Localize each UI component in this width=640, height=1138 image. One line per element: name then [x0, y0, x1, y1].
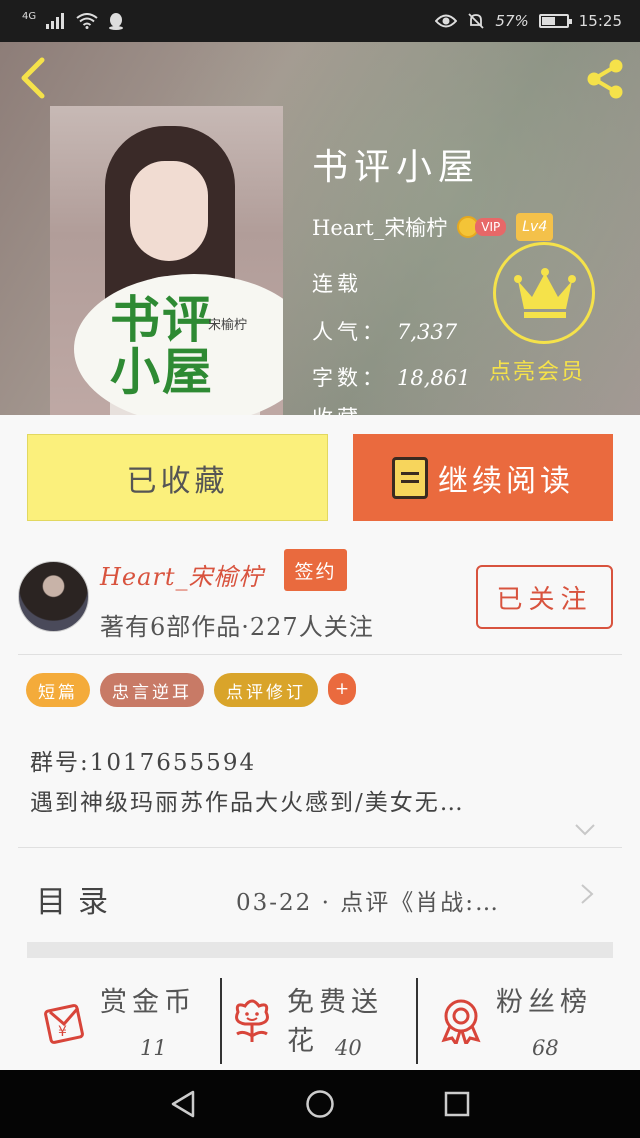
mute-bell-icon	[468, 13, 485, 29]
signal-icon	[46, 13, 65, 29]
book-cover: 书评小屋 宋榆柠	[50, 106, 283, 415]
word-count-value: 18,861	[397, 366, 471, 390]
status-left: 4G	[22, 10, 124, 30]
status-bar: 4G 57% 15:25	[0, 0, 640, 42]
signed-badge: 签约	[284, 549, 347, 591]
word-count: 字数： 18,861	[312, 362, 470, 392]
nav-recents-button[interactable]	[437, 1084, 477, 1124]
author-stats: 著有6部作品·227人关注	[100, 613, 374, 641]
cover-author: 宋榆柠	[208, 318, 248, 333]
follow-button[interactable]: 已关注	[476, 565, 613, 629]
action-label: 粉丝榜	[496, 987, 592, 1018]
description: 群号:1017655594 遇到神级玛丽苏作品大火感到/美女无…	[30, 743, 465, 823]
tag-short[interactable]: 短篇	[26, 673, 90, 707]
toc-latest-chapter: 03-22 · 点评《肖战:…	[236, 890, 500, 916]
battery-fill	[541, 17, 556, 25]
serial-status: 连载	[312, 268, 362, 298]
back-triangle-icon	[172, 1090, 195, 1118]
divider	[18, 847, 622, 848]
share-icon[interactable]	[582, 56, 628, 102]
clock: 15:25	[578, 12, 622, 30]
tag-label: 忠言逆耳	[112, 682, 192, 703]
tag-label: 短篇	[38, 682, 78, 703]
nav-home-button[interactable]	[300, 1084, 340, 1124]
fan-ranking-button[interactable]: 粉丝榜 68	[414, 970, 614, 1070]
battery-percent: 57%	[495, 12, 529, 30]
recents-square-icon	[444, 1091, 469, 1117]
serial-status-text: 连载	[312, 272, 362, 296]
cover-title: 书评小屋	[110, 291, 214, 401]
description-line-2: 遇到神级玛丽苏作品大火感到/美女无…	[30, 790, 465, 816]
vip-crown-button[interactable]	[493, 242, 595, 344]
description-line-1: 群号:1017655594	[30, 750, 257, 776]
action-count: 11	[140, 1036, 167, 1060]
book-header: 书评小屋 宋榆柠 书评小屋 Heart_宋榆柠 VIP Lv4 连载 人气： 7,…	[0, 42, 640, 415]
action-label: 赏金币	[100, 987, 196, 1018]
flower-icon	[235, 999, 269, 1042]
medal-icon	[441, 999, 481, 1044]
action-count: 68	[532, 1036, 559, 1060]
word-count-label: 字数：	[312, 366, 387, 390]
avatar[interactable]	[18, 561, 89, 632]
vip-cta-label[interactable]: 点亮会员	[489, 354, 585, 386]
continue-reading-button[interactable]: 继续阅读	[353, 434, 613, 521]
action-count: 40	[335, 1036, 362, 1060]
vip-label: VIP	[475, 218, 507, 236]
qq-icon	[109, 13, 124, 30]
collected-button[interactable]: 已收藏	[27, 434, 328, 521]
eye-icon	[435, 14, 458, 28]
popularity-value: 7,337	[397, 320, 458, 344]
book-icon	[392, 456, 428, 499]
system-nav-bar	[0, 1070, 640, 1138]
action-bar: ¥ 赏金币 11 免费送花 40 粉丝榜 68	[0, 970, 640, 1070]
section-divider-band	[27, 942, 613, 958]
add-tag-button[interactable]: +	[328, 673, 356, 705]
battery-icon	[538, 14, 572, 28]
status-right: 57% 15:25	[435, 12, 622, 30]
red-envelope-icon: ¥	[44, 1004, 84, 1044]
wifi-icon	[76, 13, 98, 29]
network-type: 4G	[22, 10, 37, 22]
tag-advice[interactable]: 忠言逆耳	[100, 673, 204, 707]
vip-badge: VIP	[457, 216, 507, 238]
popularity-label: 人气：	[312, 320, 387, 344]
popularity: 人气： 7,337	[312, 316, 457, 346]
hero-author-row: Heart_宋榆柠 VIP Lv4	[312, 212, 554, 242]
back-arrow-icon[interactable]	[16, 56, 52, 100]
table-of-contents-row[interactable]: 目录 03-22 · 点评《肖战:…	[0, 851, 640, 941]
nav-back-button[interactable]	[163, 1084, 203, 1124]
continue-reading-label: 继续阅读	[438, 463, 574, 499]
tag-label: 点评修订	[226, 682, 306, 703]
collect-label: 收藏	[312, 406, 362, 415]
add-tag-label: +	[334, 679, 350, 699]
tag-review[interactable]: 点评修订	[214, 673, 318, 707]
author-block: Heart_宋榆柠 签约 著有6部作品·227人关注 已关注	[0, 545, 640, 655]
cover-figure-face	[130, 161, 208, 261]
book-detail-panel: 已收藏 继续阅读 Heart_宋榆柠 签约 著有6部作品·227人关注 已关注 …	[0, 415, 640, 1070]
svg-text:¥: ¥	[58, 1024, 67, 1040]
hero-author-name[interactable]: Heart_宋榆柠	[312, 212, 447, 242]
author-name[interactable]: Heart_宋榆柠	[100, 557, 264, 592]
divider	[18, 654, 622, 655]
toc-label: 目录	[36, 885, 120, 920]
chevron-right-icon	[581, 884, 594, 904]
crown-icon	[514, 268, 576, 318]
book-title: 书评小屋	[312, 147, 481, 188]
collect-count-partial: 收藏	[312, 402, 362, 415]
tag-list: 短篇 忠言逆耳 点评修订 +	[26, 673, 356, 707]
home-circle-icon	[306, 1090, 334, 1118]
level-badge: Lv4	[516, 213, 554, 241]
chevron-down-icon[interactable]	[574, 823, 596, 837]
send-flower-button[interactable]: 免费送花 40	[205, 970, 405, 1070]
tip-coins-button[interactable]: ¥ 赏金币 11	[18, 970, 218, 1070]
